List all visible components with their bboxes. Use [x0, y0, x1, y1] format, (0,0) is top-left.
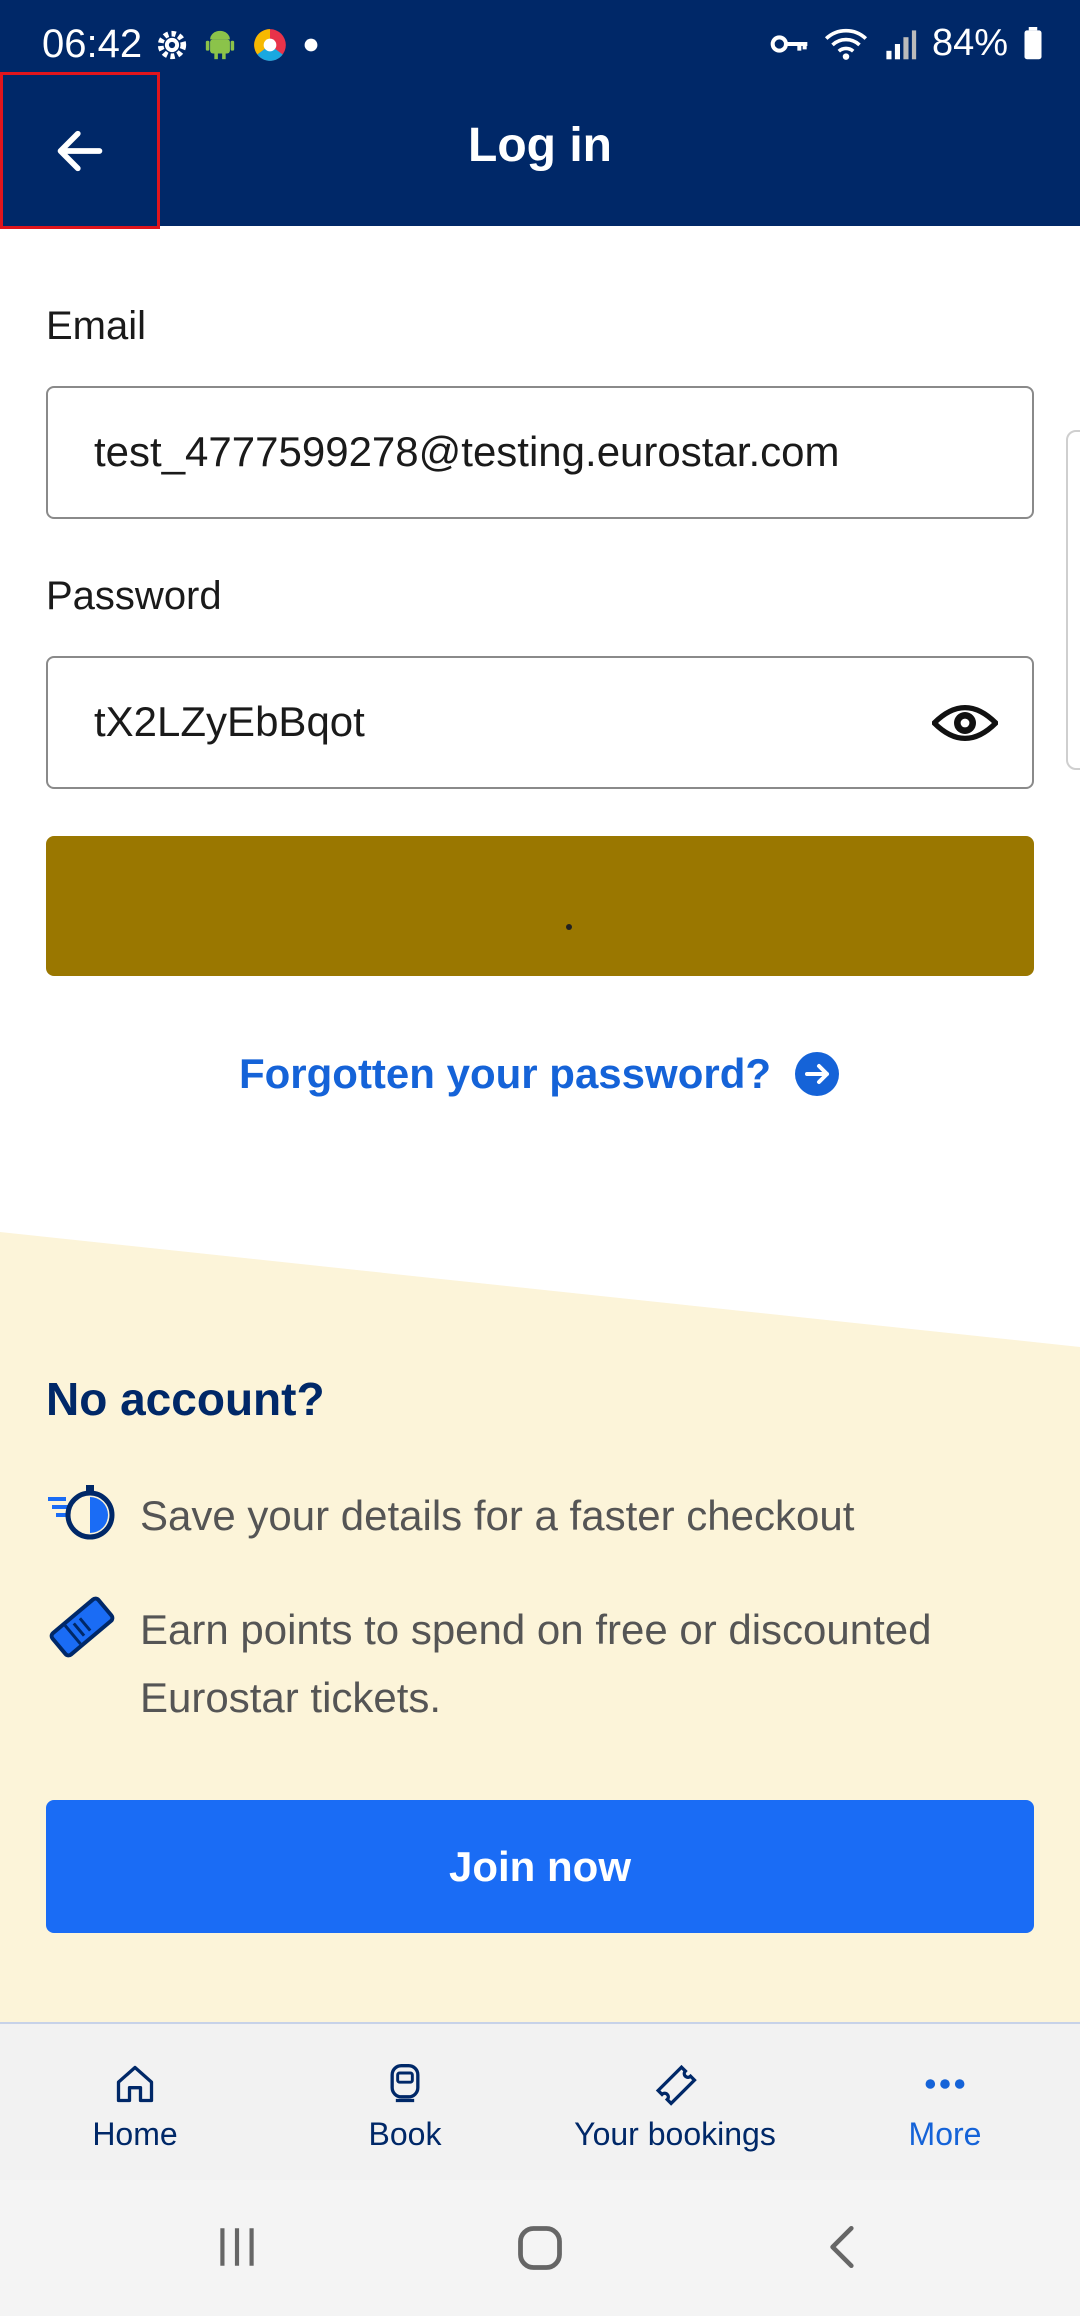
email-field[interactable]: test_4777599278@testing.eurostar.com [46, 386, 1034, 519]
nav-item-home[interactable]: Home [0, 2024, 270, 2180]
password-field[interactable]: tX2LZyEbBqot [46, 656, 1034, 789]
stopwatch-icon [48, 1485, 115, 1540]
nav-item-bookings[interactable]: Your bookings [540, 2024, 810, 2180]
page-title: Log in [468, 119, 612, 172]
nav-label-book: Book [368, 2116, 442, 2152]
ticket-icon [49, 1596, 115, 1658]
nav-item-book[interactable]: Book [270, 2024, 540, 2180]
email-label: Email [46, 304, 147, 348]
recents-icon[interactable] [212, 2222, 262, 2272]
benefit-item: Earn points to spend on free or discount… [46, 1596, 1040, 1732]
password-value: tX2LZyEbBqot [94, 698, 365, 745]
benefit-text: Save your details for a faster checkout [140, 1492, 855, 1539]
status-bar: 06:42 84% [0, 0, 1080, 90]
nav-label-home: Home [92, 2116, 178, 2152]
status-right-icons: 84% [770, 22, 1044, 65]
key-icon [770, 34, 808, 53]
benefit-text: Earn points to spend on free or discount… [140, 1606, 932, 1721]
bottom-navigation: Home Book Your bookings More [0, 2022, 1080, 2180]
arrow-right-circle-icon [795, 1052, 839, 1096]
back-chevron-icon[interactable] [818, 2222, 868, 2272]
status-time: 06:42 [42, 22, 143, 66]
nav-label-more: More [908, 2116, 982, 2152]
eye-icon[interactable] [932, 698, 998, 748]
browser-icon [254, 29, 286, 61]
dot-icon [304, 38, 318, 52]
loading-indicator [566, 924, 572, 930]
ticket-outline-icon [655, 2064, 697, 2106]
no-account-heading: No account? [46, 1373, 325, 1425]
email-value: test_4777599278@testing.eurostar.com [94, 428, 840, 475]
login-submit-button[interactable] [46, 836, 1034, 976]
system-nav-bar [0, 2180, 1080, 2316]
password-label: Password [46, 574, 222, 618]
gear-icon [157, 30, 187, 60]
home-icon [116, 2065, 154, 2103]
more-dots-icon [925, 2079, 965, 2089]
nav-item-more[interactable]: More [810, 2024, 1080, 2180]
android-icon [205, 30, 235, 60]
app-header: 06:42 84% Log in [0, 0, 1080, 229]
benefit-item: Save your details for a faster checkout [46, 1482, 1040, 1550]
side-panel-handle[interactable] [1066, 430, 1080, 770]
home-square-icon[interactable] [514, 2222, 566, 2274]
nav-label-bookings: Your bookings [574, 2116, 776, 2152]
join-now-button[interactable]: Join now [46, 1800, 1034, 1933]
forgot-password-link[interactable]: Forgotten your password? [0, 1050, 1080, 1098]
wifi-icon [824, 28, 867, 60]
forgot-password-text: Forgotten your password? [238, 1050, 771, 1097]
signal-icon [886, 29, 917, 59]
status-left-icons [155, 26, 319, 64]
train-icon [390, 2064, 420, 2103]
battery-icon [1024, 26, 1042, 59]
battery-percent: 84% [931, 22, 1008, 64]
